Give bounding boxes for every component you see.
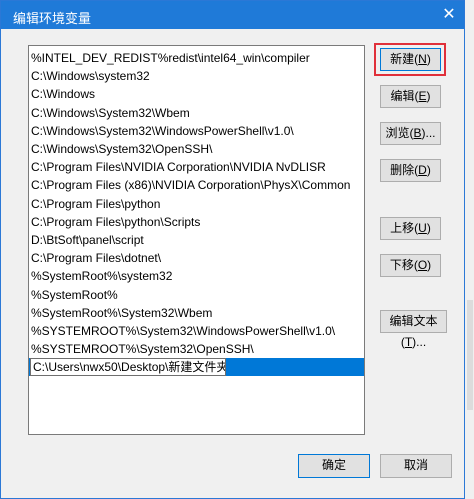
edit-text-button-suffix: ... — [416, 335, 427, 349]
dialog-title: 编辑环境变量 — [13, 11, 92, 26]
cancel-button[interactable]: 取消 — [380, 454, 452, 478]
edit-button[interactable]: 编辑(E) — [380, 85, 441, 108]
edit-button-label: 编辑 — [390, 89, 415, 103]
path-list[interactable]: %INTEL_DEV_REDIST%redist\intel64_win\com… — [28, 45, 365, 435]
browse-button-suffix: ... — [425, 126, 436, 140]
path-list-item[interactable]: %SYSTEMROOT%\System32\WindowsPowerShell\… — [29, 322, 364, 340]
edit-text-button-key: T — [404, 335, 413, 349]
edit-text-button[interactable]: 编辑文本(T)... — [380, 310, 447, 349]
move-down-button[interactable]: 下移(O) — [380, 254, 441, 277]
new-button[interactable]: 新建(N) — [380, 48, 441, 71]
title-bar: 编辑环境变量 ✕ — [1, 1, 464, 29]
edit-env-variable-dialog: 编辑环境变量 ✕ %INTEL_DEV_REDIST%redist\intel6… — [0, 0, 465, 499]
path-list-item[interactable]: C:\Windows\System32\Wbem — [29, 104, 364, 122]
path-list-item[interactable]: C:\Windows\System32\WindowsPowerShell\v1… — [29, 122, 364, 140]
path-list-item[interactable]: C:\Program Files\dotnet\ — [29, 249, 364, 267]
delete-button-label: 删除 — [390, 163, 415, 177]
move-up-button-label: 上移 — [390, 221, 415, 235]
browse-button-key: B — [413, 126, 422, 140]
path-list-item-selected[interactable]: C:\Users\nwx50\Desktop\新建文件夹 — [29, 358, 364, 377]
edit-button-key: E — [418, 89, 427, 103]
path-list-item[interactable]: C:\Program Files (x86)\NVIDIA Corporatio… — [29, 176, 364, 194]
path-list-item[interactable]: C:\Program Files\python — [29, 195, 364, 213]
path-edit-input[interactable]: C:\Users\nwx50\Desktop\新建文件夹 — [30, 358, 226, 377]
new-button-key: N — [418, 52, 427, 66]
move-up-button-key: U — [418, 221, 427, 235]
path-list-item[interactable]: C:\Windows — [29, 85, 364, 103]
edit-text-button-label: 编辑文本 — [389, 314, 438, 328]
path-list-item[interactable]: C:\Windows\system32 — [29, 67, 364, 85]
path-list-item[interactable]: %SystemRoot%\system32 — [29, 267, 364, 285]
path-list-item[interactable]: C:\Program Files\python\Scripts — [29, 213, 364, 231]
path-list-item[interactable]: D:\BtSoft\panel\script — [29, 231, 364, 249]
ok-button[interactable]: 确定 — [298, 454, 370, 478]
path-list-item[interactable]: C:\Program Files\NVIDIA Corporation\NVID… — [29, 158, 364, 176]
new-button-label: 新建 — [390, 52, 415, 66]
path-list-item[interactable]: %SYSTEMROOT%\System32\OpenSSH\ — [29, 340, 364, 358]
delete-button-key: D — [418, 163, 427, 177]
path-list-item[interactable]: C:\Windows\System32\OpenSSH\ — [29, 140, 364, 158]
browse-button[interactable]: 浏览(B)... — [380, 122, 441, 145]
path-list-item[interactable]: %INTEL_DEV_REDIST%redist\intel64_win\com… — [29, 49, 364, 67]
move-up-button[interactable]: 上移(U) — [380, 217, 441, 240]
browse-button-label: 浏览 — [385, 126, 410, 140]
path-list-item[interactable]: %SystemRoot%\System32\Wbem — [29, 304, 364, 322]
move-down-button-key: O — [417, 258, 428, 272]
move-down-button-label: 下移 — [389, 258, 414, 272]
background-scrollbar — [467, 300, 473, 410]
delete-button[interactable]: 删除(D) — [380, 159, 441, 182]
path-list-item[interactable]: %SystemRoot% — [29, 286, 364, 304]
close-button[interactable]: ✕ — [434, 1, 464, 29]
background-window-right — [464, 0, 474, 499]
